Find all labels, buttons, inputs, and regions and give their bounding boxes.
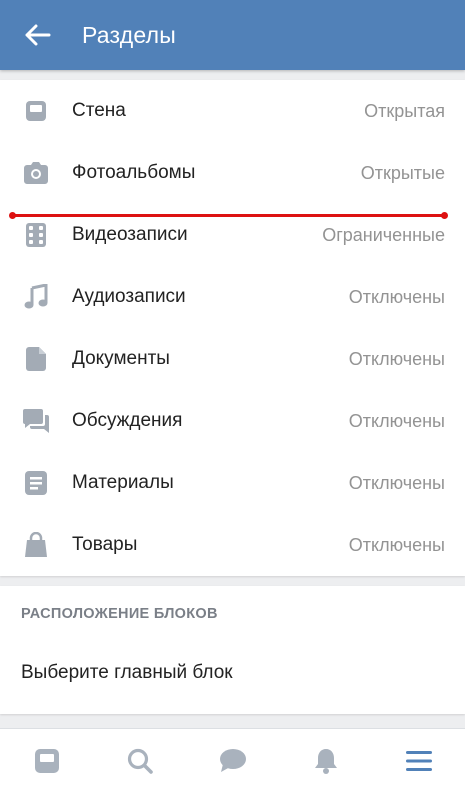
section-row-documents[interactable]: Документы Отключены bbox=[0, 328, 465, 390]
wall-icon bbox=[22, 97, 50, 125]
bottom-tab-bar bbox=[0, 728, 465, 793]
section-value: Отключены bbox=[348, 348, 445, 369]
app-header: Разделы bbox=[0, 0, 465, 70]
article-icon bbox=[22, 469, 50, 497]
section-label: Документы bbox=[72, 348, 170, 369]
section-label: Аудиозаписи bbox=[72, 286, 186, 307]
section-row-wall[interactable]: Стена Открытая bbox=[0, 80, 465, 142]
tab-search[interactable] bbox=[110, 731, 170, 791]
arrow-left-icon bbox=[25, 24, 51, 46]
section-label: Обсуждения bbox=[72, 410, 183, 431]
section-label: Видеозаписи bbox=[72, 224, 188, 245]
page-title: Разделы bbox=[82, 21, 176, 48]
camera-icon bbox=[22, 159, 50, 187]
section-value: Открытые bbox=[360, 162, 445, 183]
section-value: Отключены bbox=[348, 534, 445, 555]
choose-main-block-row[interactable]: Выберите главный блок bbox=[0, 648, 465, 698]
block-layout-card: РАСПОЛОЖЕНИЕ БЛОКОВ Выберите главный бло… bbox=[0, 586, 465, 714]
section-label: Фотоальбомы bbox=[72, 162, 196, 183]
shopping-bag-icon bbox=[22, 531, 50, 559]
tab-messages[interactable] bbox=[203, 731, 263, 791]
section-row-audio[interactable]: Аудиозаписи Отключены bbox=[0, 266, 465, 328]
section-row-discussions[interactable]: Обсуждения Отключены bbox=[0, 390, 465, 452]
section-row-articles[interactable]: Материалы Отключены bbox=[0, 452, 465, 514]
section-label: Материалы bbox=[72, 472, 174, 493]
document-icon bbox=[22, 345, 50, 373]
section-value: Открытая bbox=[364, 100, 445, 121]
music-note-icon bbox=[22, 283, 50, 311]
section-label: Товары bbox=[72, 534, 138, 555]
back-button[interactable] bbox=[18, 15, 58, 55]
search-icon bbox=[127, 748, 153, 774]
section-label: Стена bbox=[72, 100, 126, 121]
section-value: Отключены bbox=[348, 472, 445, 493]
section-value: Отключены bbox=[348, 410, 445, 431]
section-row-photos[interactable]: Фотоальбомы Открытые bbox=[0, 142, 465, 204]
news-icon bbox=[34, 749, 59, 773]
menu-icon bbox=[405, 751, 432, 771]
section-value: Ограниченные bbox=[322, 224, 445, 245]
annotation-underline bbox=[9, 212, 448, 219]
messages-icon bbox=[219, 749, 246, 772]
tab-news[interactable] bbox=[17, 731, 77, 791]
tab-menu[interactable] bbox=[389, 731, 449, 791]
discussion-icon bbox=[22, 407, 50, 435]
block-layout-heading: РАСПОЛОЖЕНИЕ БЛОКОВ bbox=[21, 606, 218, 622]
sections-card: Стена Открытая Фотоальбомы Открытые Виде… bbox=[0, 80, 465, 576]
notifications-icon bbox=[314, 749, 337, 774]
film-icon bbox=[22, 221, 50, 249]
section-value: Отключены bbox=[348, 286, 445, 307]
section-row-goods[interactable]: Товары Отключены bbox=[0, 514, 465, 576]
choose-main-block-label: Выберите главный блок bbox=[21, 662, 233, 683]
tab-notifications[interactable] bbox=[296, 731, 356, 791]
